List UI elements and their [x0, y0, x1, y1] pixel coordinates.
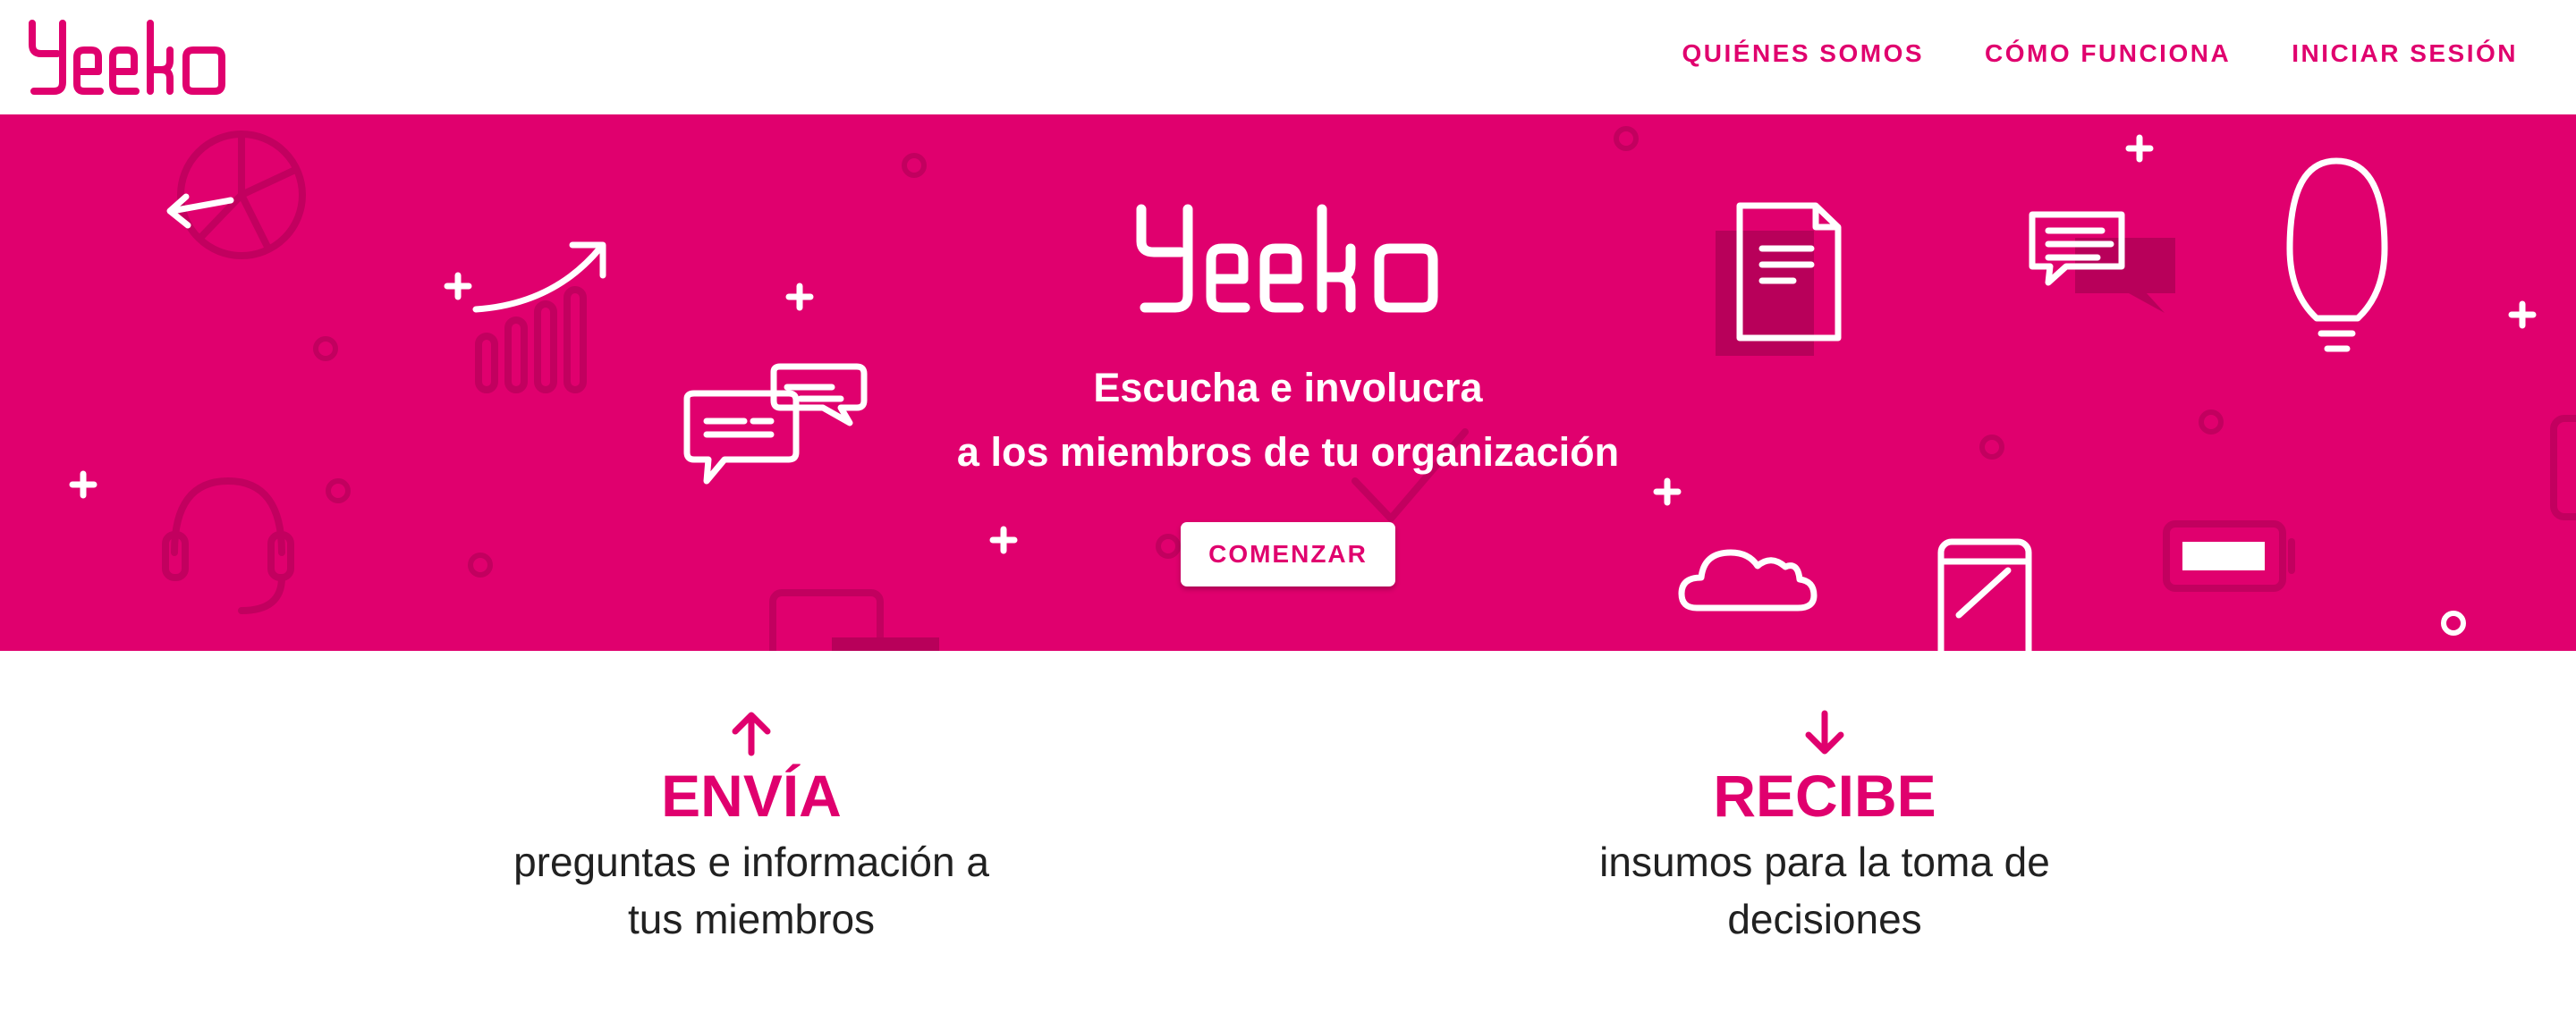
- feature-send-title: ENVÍA: [661, 763, 842, 829]
- feature-receive-desc-line-2: decisiones: [1727, 896, 1922, 942]
- arrow-up-icon: [732, 712, 771, 756]
- hero-yeeko-logo: [1136, 204, 1438, 313]
- hero-headline-line-2: a los miembros de tu organización: [956, 429, 1620, 475]
- feature-receive: RECIBE insumos para la toma de decisione…: [1512, 706, 2138, 948]
- feature-send: ENVÍA preguntas e información a tus miem…: [438, 706, 1064, 948]
- nav-link-iniciar-sesion[interactable]: INICIAR SESIÓN: [2292, 39, 2518, 68]
- lightbulb-icon: [2286, 157, 2388, 352]
- feature-receive-desc: insumos para la toma de decisiones: [1512, 833, 2138, 948]
- feature-receive-title: RECIBE: [1713, 763, 1936, 829]
- main-nav: QUIÉNES SOMOS CÓMO FUNCIONA INICIAR SESI…: [1682, 39, 2518, 68]
- hero-banner: Escucha e involucra a los miembros de tu…: [0, 114, 2576, 651]
- headset-icon: [162, 477, 294, 614]
- nav-link-quienes-somos[interactable]: QUIÉNES SOMOS: [1682, 39, 1924, 68]
- feature-send-desc-line-1: preguntas e información a: [513, 839, 989, 885]
- cloud-icon: [1678, 549, 1818, 612]
- feature-send-desc-line-2: tus miembros: [627, 896, 876, 942]
- feature-send-desc: preguntas e información a tus miembros: [438, 833, 1064, 948]
- nav-link-como-funciona[interactable]: CÓMO FUNCIONA: [1985, 39, 2231, 68]
- feature-receive-desc-line-1: insumos para la toma de: [1599, 839, 2050, 885]
- navbar: QUIÉNES SOMOS CÓMO FUNCIONA INICIAR SESI…: [0, 0, 2576, 114]
- plus-icon: [69, 134, 2537, 554]
- comenzar-button[interactable]: COMENZAR: [1181, 522, 1395, 586]
- arrow-down-icon: [1805, 710, 1844, 755]
- hero-headline-line-1: Escucha e involucra: [1093, 365, 1483, 410]
- pie-chart-icon: [177, 131, 306, 259]
- phone-icon: [1937, 538, 2032, 651]
- yeeko-logo[interactable]: [27, 18, 229, 97]
